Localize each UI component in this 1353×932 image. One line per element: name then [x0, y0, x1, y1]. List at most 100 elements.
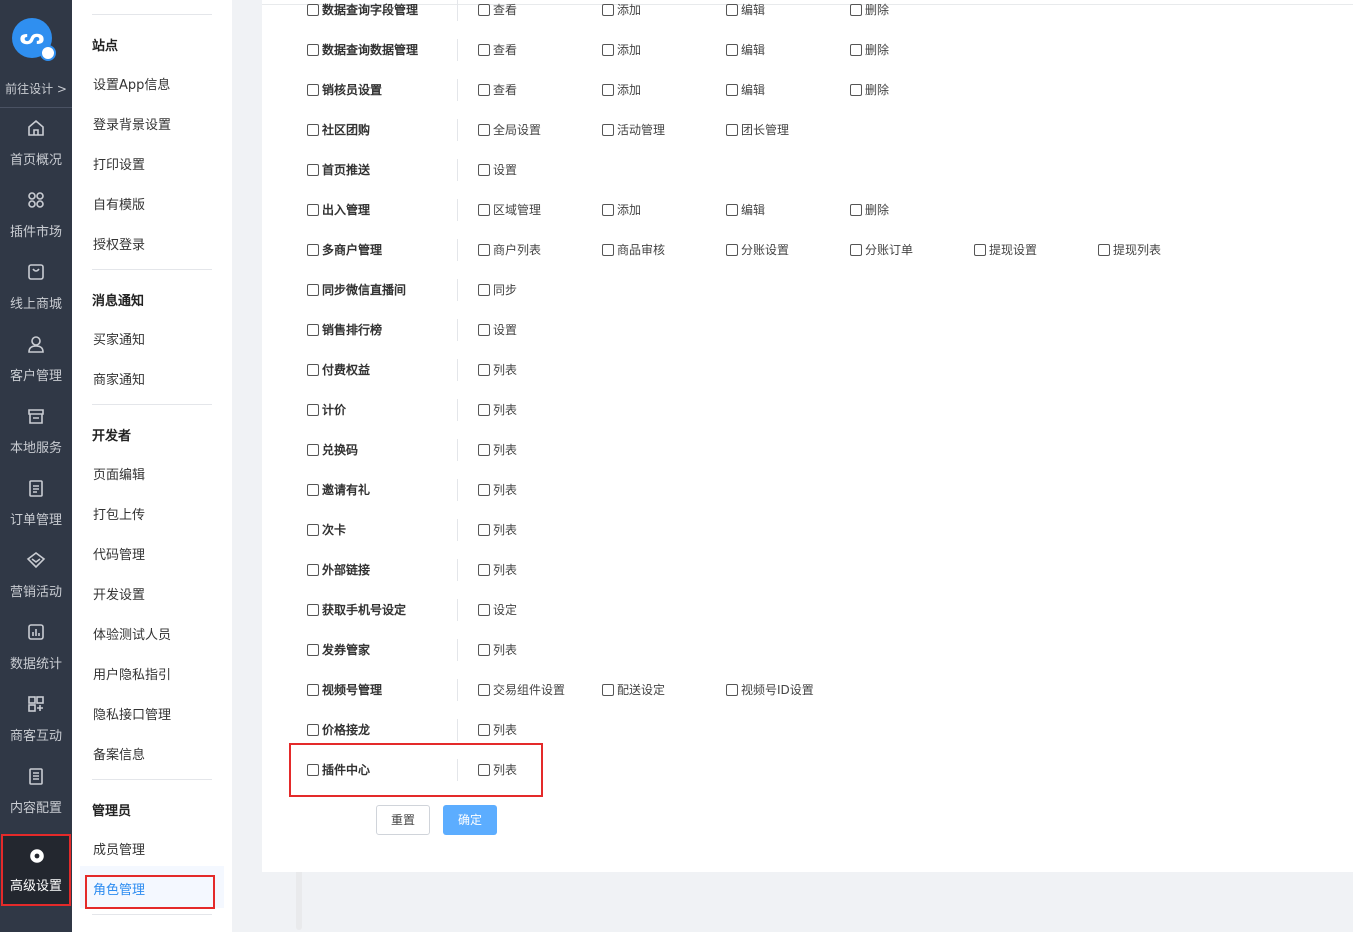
- permission-option-checkbox[interactable]: [850, 204, 862, 216]
- submenu-item-privacy-guide[interactable]: 用户隐私指引: [93, 664, 171, 683]
- app-logo[interactable]: ᔕ: [12, 18, 56, 61]
- permission-option-checkbox[interactable]: [850, 4, 862, 16]
- permission-option-checkbox[interactable]: [478, 484, 490, 496]
- permission-group-checkbox[interactable]: [307, 164, 319, 176]
- rail-item-customers[interactable]: 客户管理: [0, 324, 72, 396]
- reset-button[interactable]: 重置: [376, 805, 430, 835]
- permission-option-checkbox[interactable]: [478, 604, 490, 616]
- submenu-item-package-upload[interactable]: 打包上传: [93, 504, 145, 523]
- permission-option-checkbox[interactable]: [478, 4, 490, 16]
- column-divider: [457, 279, 458, 301]
- permission-group-label: 数据查询字段管理: [322, 3, 419, 17]
- permission-group-checkbox[interactable]: [307, 604, 319, 616]
- rail-item-interaction[interactable]: 商客互动: [0, 684, 72, 756]
- submenu-item-page-edit[interactable]: 页面编辑: [93, 464, 145, 483]
- permission-option-label: 商户列表: [493, 243, 542, 257]
- permission-option-checkbox[interactable]: [478, 404, 490, 416]
- rail-item-label: 线上商城: [9, 297, 62, 312]
- rail-item-home[interactable]: 首页概况: [0, 108, 72, 180]
- column-divider: [457, 159, 458, 181]
- permission-option-checkbox[interactable]: [478, 284, 490, 296]
- permission-option-checkbox[interactable]: [478, 724, 490, 736]
- submenu-item-app-info[interactable]: 设置App信息: [93, 74, 170, 93]
- permission-group-checkbox[interactable]: [307, 44, 319, 56]
- permission-group-checkbox[interactable]: [307, 244, 319, 256]
- permission-option-checkbox[interactable]: [478, 204, 490, 216]
- submenu-item-buyer-notify[interactable]: 买家通知: [93, 329, 145, 348]
- permission-option-checkbox[interactable]: [478, 644, 490, 656]
- permission-group-checkbox[interactable]: [307, 444, 319, 456]
- submenu-item-merchant-notify[interactable]: 商家通知: [93, 369, 145, 388]
- permission-group-checkbox[interactable]: [307, 564, 319, 576]
- permission-group-checkbox[interactable]: [307, 684, 319, 696]
- submenu-item-code-manage[interactable]: 代码管理: [93, 544, 145, 563]
- rail-item-marketing[interactable]: 营销活动: [0, 540, 72, 612]
- permission-option-checkbox[interactable]: [478, 84, 490, 96]
- rail-item-orders[interactable]: 订单管理: [0, 468, 72, 540]
- submenu-item-privacy-api[interactable]: 隐私接口管理: [93, 704, 171, 723]
- submenu-item-testers[interactable]: 体验测试人员: [93, 624, 171, 643]
- permission-option-checkbox[interactable]: [478, 244, 490, 256]
- submenu-item-print[interactable]: 打印设置: [93, 154, 145, 173]
- permission-group-checkbox[interactable]: [307, 124, 319, 136]
- permission-option-checkbox[interactable]: [478, 44, 490, 56]
- permission-option-checkbox[interactable]: [602, 84, 614, 96]
- permission-option-label: 列表: [493, 483, 518, 497]
- rail-item-content[interactable]: 内容配置: [0, 756, 72, 828]
- permission-group-checkbox[interactable]: [307, 644, 319, 656]
- permission-option-checkbox[interactable]: [726, 44, 738, 56]
- permission-group-checkbox[interactable]: [307, 484, 319, 496]
- rail-item-plugins[interactable]: 插件市场: [0, 180, 72, 252]
- permission-option-checkbox[interactable]: [1098, 244, 1110, 256]
- permission-option-checkbox[interactable]: [478, 684, 490, 696]
- permission-option-checkbox[interactable]: [478, 164, 490, 176]
- permission-group-checkbox[interactable]: [307, 724, 319, 736]
- permission-option-checkbox[interactable]: [602, 204, 614, 216]
- permission-option-checkbox[interactable]: [602, 44, 614, 56]
- permission-option-checkbox[interactable]: [850, 84, 862, 96]
- permission-option-checkbox[interactable]: [602, 4, 614, 16]
- permission-group-checkbox[interactable]: [307, 404, 319, 416]
- rail-item-statistics[interactable]: 数据统计: [0, 612, 72, 684]
- permission-group-checkbox[interactable]: [307, 524, 319, 536]
- rail-item-label: 营销活动: [9, 585, 62, 600]
- rail-item-label: 订单管理: [9, 513, 62, 528]
- permission-group-checkbox[interactable]: [307, 284, 319, 296]
- permission-option-checkbox[interactable]: [726, 204, 738, 216]
- permission-row: 社区团购 全局设置 活动管理 团长管理: [307, 119, 1307, 141]
- submenu-item-dev-settings[interactable]: 开发设置: [93, 584, 145, 603]
- permission-option-checkbox[interactable]: [478, 444, 490, 456]
- permission-option-checkbox[interactable]: [478, 124, 490, 136]
- confirm-button[interactable]: 确定: [443, 805, 497, 835]
- permission-option-checkbox[interactable]: [726, 84, 738, 96]
- submenu-item-auth-login[interactable]: 授权登录: [93, 234, 145, 253]
- permission-option-checkbox[interactable]: [602, 244, 614, 256]
- permission-option-checkbox[interactable]: [726, 4, 738, 16]
- permission-option-checkbox[interactable]: [726, 124, 738, 136]
- permission-option-checkbox[interactable]: [478, 564, 490, 576]
- permission-group-checkbox[interactable]: [307, 204, 319, 216]
- permission-row: 邀请有礼 列表: [307, 479, 1307, 501]
- permission-option-checkbox[interactable]: [478, 364, 490, 376]
- permission-option-checkbox[interactable]: [974, 244, 986, 256]
- permission-option-checkbox[interactable]: [726, 244, 738, 256]
- goto-design-link[interactable]: 前往设计 >: [0, 72, 72, 108]
- rail-item-local-service[interactable]: 本地服务: [0, 396, 72, 468]
- submenu-item-members[interactable]: 成员管理: [93, 839, 145, 858]
- permission-group-checkbox[interactable]: [307, 324, 319, 336]
- permission-option-checkbox[interactable]: [602, 124, 614, 136]
- permission-option-checkbox[interactable]: [726, 684, 738, 696]
- submenu-item-login-bg[interactable]: 登录背景设置: [93, 114, 171, 133]
- permission-group-checkbox[interactable]: [307, 4, 319, 16]
- permission-option-checkbox[interactable]: [478, 324, 490, 336]
- rail-item-advanced-settings[interactable]: 高级设置: [1, 834, 71, 906]
- permission-group-checkbox[interactable]: [307, 364, 319, 376]
- permission-group-checkbox[interactable]: [307, 84, 319, 96]
- permission-option-checkbox[interactable]: [850, 244, 862, 256]
- submenu-item-filing-info[interactable]: 备案信息: [93, 744, 145, 763]
- submenu-item-own-template[interactable]: 自有模版: [93, 194, 145, 213]
- permission-option-checkbox[interactable]: [478, 524, 490, 536]
- rail-item-shop[interactable]: 线上商城: [0, 252, 72, 324]
- permission-option-checkbox[interactable]: [850, 44, 862, 56]
- permission-option-checkbox[interactable]: [602, 684, 614, 696]
